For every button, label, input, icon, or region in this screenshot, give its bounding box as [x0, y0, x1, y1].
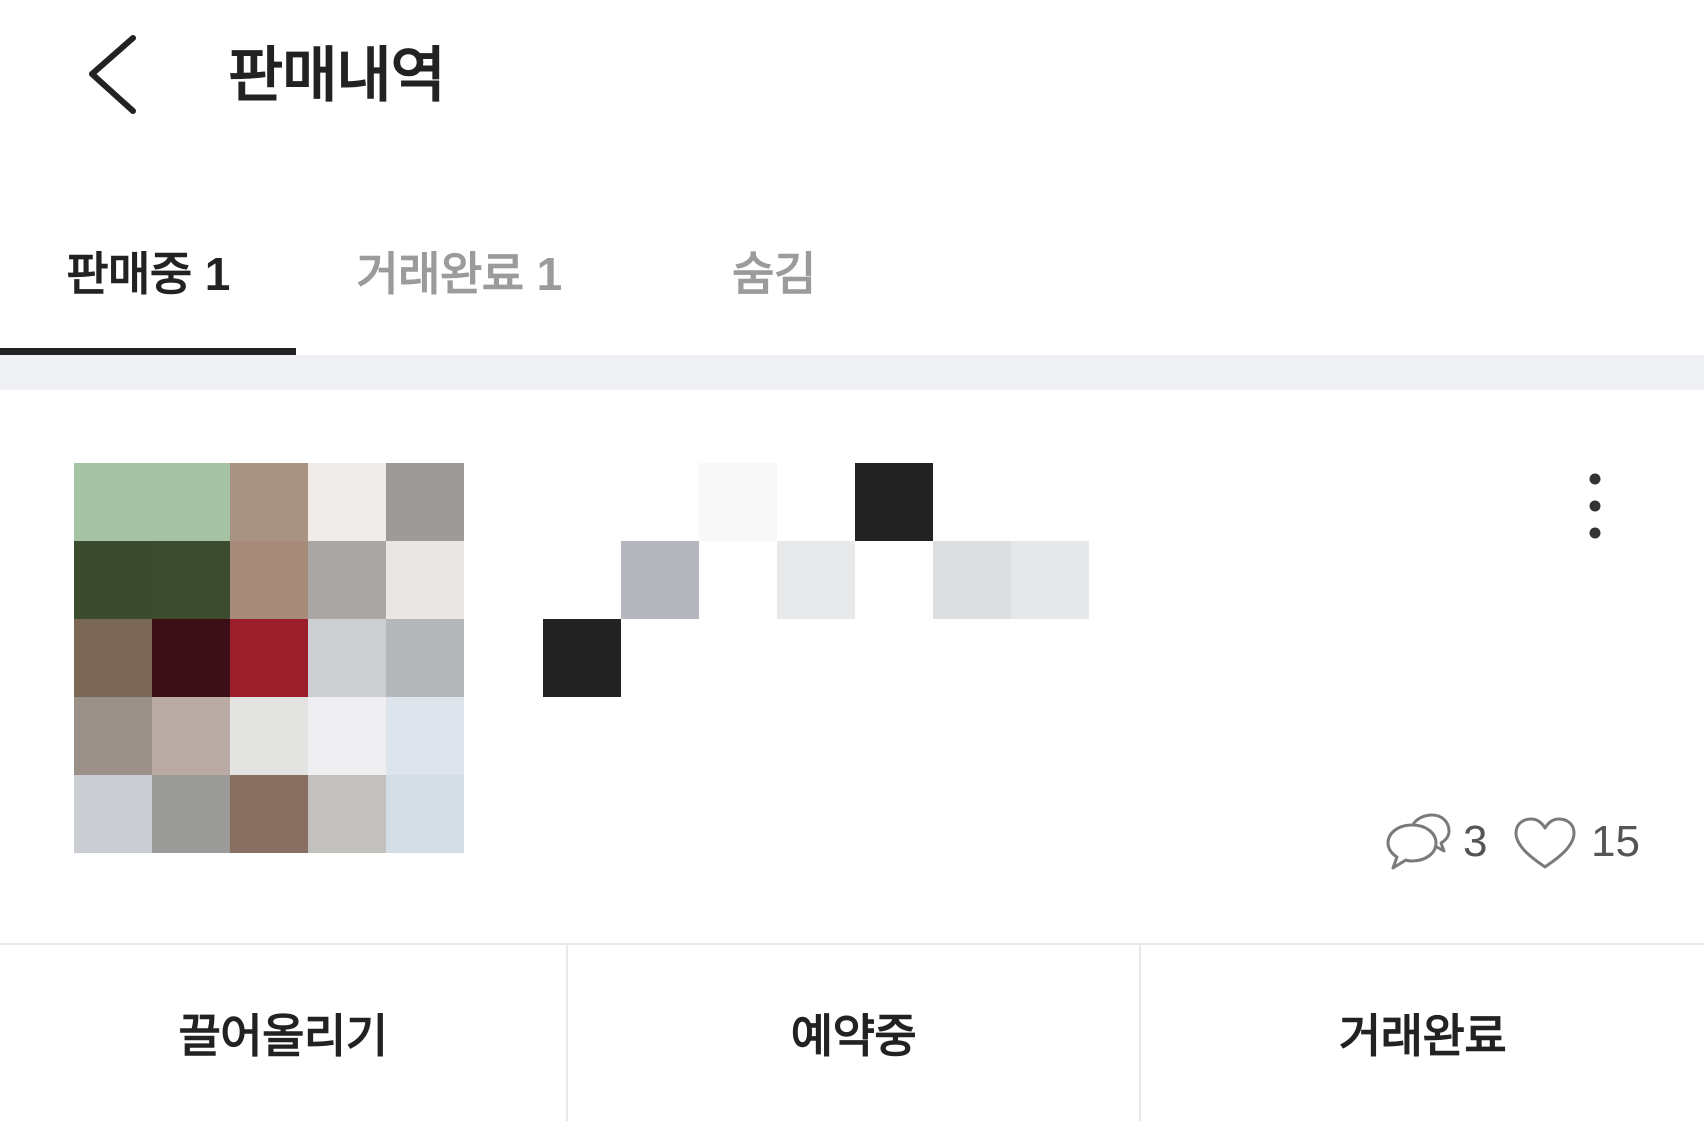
redacted-title-pixel [621, 463, 699, 541]
tab-count: 1 [204, 248, 231, 300]
redacted-title-pixel [699, 541, 777, 619]
chat-count: 3 [1463, 817, 1488, 866]
thumbnail-pixel [230, 541, 308, 619]
tab-label: 판매중 [66, 248, 192, 300]
thumbnail-pixel [386, 541, 464, 619]
thumbnail-pixel [152, 619, 230, 697]
thumbnail-pixel [308, 775, 386, 853]
redacted-title-pixel [1011, 541, 1089, 619]
thumbnail-pixel [308, 619, 386, 697]
thumbnail-pixel [386, 775, 464, 853]
tab-bar: 판매중 1 거래완료 1 숨김 [0, 234, 926, 314]
reserved-button[interactable]: 예약중 [568, 945, 1139, 1121]
active-tab-indicator [0, 348, 296, 355]
section-divider [0, 355, 1704, 390]
chat-bubbles-icon [1386, 813, 1451, 870]
tab-completed[interactable]: 거래완료 1 [296, 234, 622, 314]
tab-label: 숨김 [732, 248, 816, 300]
tab-label: 거래완료 [356, 248, 524, 300]
thumbnail-pixel [386, 463, 464, 541]
listing-thumbnail [74, 463, 464, 853]
redacted-title-pixel [1011, 463, 1089, 541]
redacted-title-pixel [855, 463, 933, 541]
listing-title-redacted [543, 463, 1089, 697]
tab-selling[interactable]: 판매중 1 [0, 234, 296, 314]
more-vertical-icon [1589, 473, 1601, 539]
redacted-title-pixel [855, 541, 933, 619]
redacted-title-pixel [699, 463, 777, 541]
redacted-title-pixel [699, 619, 777, 697]
thumbnail-pixel [74, 463, 152, 541]
more-options-button[interactable] [1570, 455, 1620, 555]
thumbnail-pixel [308, 463, 386, 541]
thumbnail-pixel [74, 775, 152, 853]
back-button[interactable] [70, 25, 150, 125]
redacted-title-pixel [933, 541, 1011, 619]
redacted-title-pixel [933, 463, 1011, 541]
thumbnail-pixel [230, 463, 308, 541]
thumbnail-pixel [152, 463, 230, 541]
tab-hidden[interactable]: 숨김 [622, 234, 926, 314]
thumbnail-pixel [386, 619, 464, 697]
redacted-title-pixel [933, 619, 1011, 697]
chevron-left-icon [89, 35, 136, 114]
redacted-title-pixel [621, 541, 699, 619]
thumbnail-pixel [230, 697, 308, 775]
like-count: 15 [1591, 817, 1640, 866]
thumbnail-pixel [152, 697, 230, 775]
redacted-title-pixel [543, 619, 621, 697]
redacted-title-pixel [777, 541, 855, 619]
thumbnail-pixel [74, 619, 152, 697]
complete-sale-button[interactable]: 거래완료 [1141, 945, 1704, 1121]
redacted-title-pixel [543, 463, 621, 541]
redacted-title-pixel [855, 619, 933, 697]
thumbnail-pixel [74, 541, 152, 619]
redacted-title-pixel [543, 541, 621, 619]
bump-button[interactable]: 끌어올리기 [0, 945, 566, 1121]
sales-history-screen: 판매내역 판매중 1 거래완료 1 숨김 3 15 끌어올리기 예약중 거래완료 [0, 0, 1704, 1121]
thumbnail-pixel [308, 697, 386, 775]
redacted-title-pixel [777, 619, 855, 697]
thumbnail-pixel [386, 697, 464, 775]
tab-count: 1 [536, 248, 563, 300]
action-bar: 끌어올리기 예약중 거래완료 [0, 945, 1704, 1121]
redacted-title-pixel [621, 619, 699, 697]
heart-icon [1514, 817, 1576, 869]
thumbnail-pixel [152, 775, 230, 853]
page-title: 판매내역 [228, 42, 446, 109]
redacted-title-pixel [1011, 619, 1089, 697]
listing-card[interactable]: 3 15 [0, 390, 1704, 943]
thumbnail-pixel [74, 697, 152, 775]
thumbnail-pixel [230, 775, 308, 853]
redacted-title-pixel [777, 463, 855, 541]
thumbnail-pixel [230, 619, 308, 697]
thumbnail-pixel [152, 541, 230, 619]
thumbnail-pixel [308, 541, 386, 619]
